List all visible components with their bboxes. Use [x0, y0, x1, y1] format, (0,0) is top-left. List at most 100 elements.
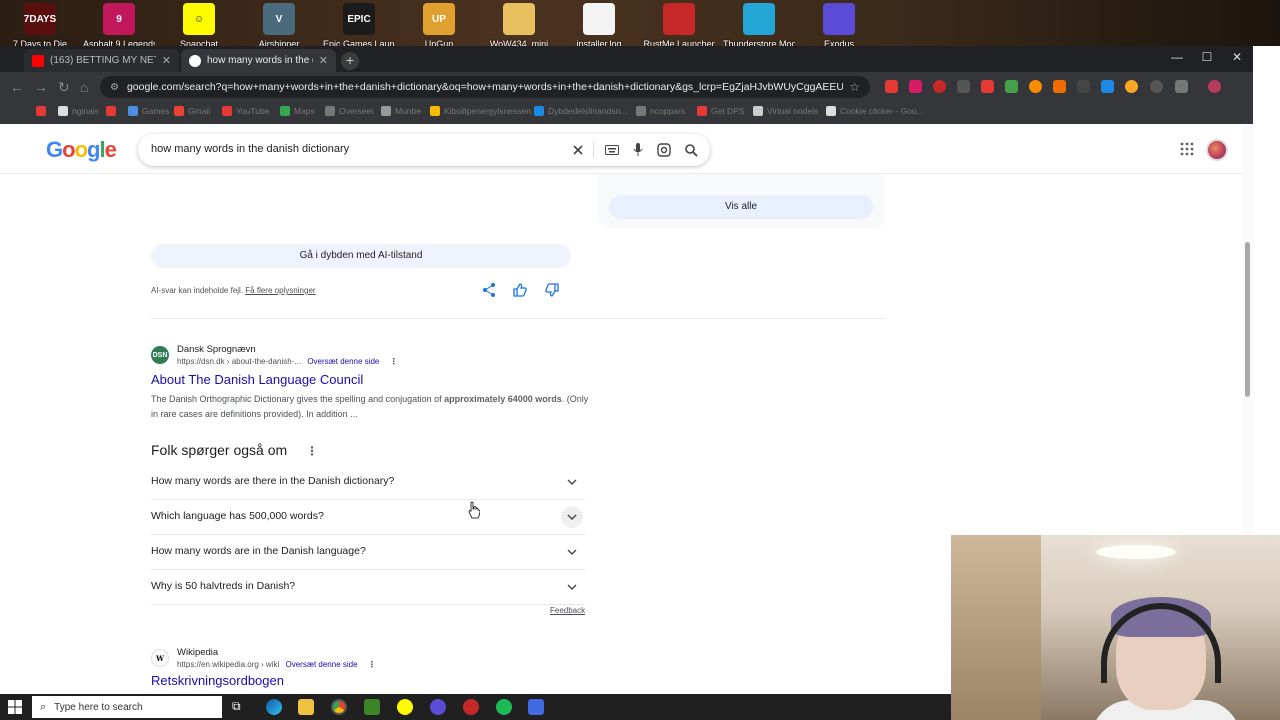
- back-icon[interactable]: ←: [10, 79, 24, 95]
- bookmark-item[interactable]: [36, 106, 50, 116]
- bookmark-item[interactable]: Get DPS: [697, 106, 745, 116]
- desktop-shortcut[interactable]: EPIC Epic Games Launcher: [323, 3, 395, 46]
- extension-icon[interactable]: [1005, 80, 1018, 93]
- minecraft-icon[interactable]: [364, 699, 380, 715]
- address-bar[interactable]: ⚙ google.com/search?q=how+many+words+in+…: [100, 76, 870, 98]
- bookmark-item[interactable]: Munbe: [381, 106, 421, 116]
- desktop-shortcut[interactable]: WoW434_mini: [483, 3, 555, 46]
- translate-page-link[interactable]: Oversæt denne side: [286, 660, 358, 669]
- extension-icon[interactable]: [1029, 80, 1042, 93]
- google-lens-icon[interactable]: [654, 140, 674, 160]
- more-options-icon[interactable]: ⋮: [390, 357, 398, 366]
- result-title-link[interactable]: About The Danish Language Council: [151, 372, 591, 387]
- new-tab-button[interactable]: +: [341, 52, 359, 70]
- bookmark-item[interactable]: Cookie clicker - Goo...: [826, 106, 924, 116]
- search-input[interactable]: how many words in the danish dictionary: [151, 143, 349, 155]
- bookmark-item[interactable]: Kiboillpenergylsnessen...: [430, 106, 538, 116]
- paa-question[interactable]: How many words are there in the Danish d…: [151, 465, 585, 500]
- search-box[interactable]: how many words in the danish dictionary: [138, 134, 710, 166]
- result-source-name[interactable]: Wikipedia: [177, 647, 376, 658]
- more-options-icon[interactable]: ⋮: [368, 660, 376, 669]
- bookmark-item[interactable]: Overseet: [325, 106, 374, 116]
- close-window-icon[interactable]: ✕: [1222, 50, 1252, 64]
- close-tab-icon[interactable]: ✕: [319, 54, 328, 67]
- windows-start-icon[interactable]: [8, 700, 22, 714]
- paa-question[interactable]: Why is 50 halvtreds in Danish?: [151, 570, 585, 605]
- ai-mode-button[interactable]: Gå i dybden med AI-tilstand: [151, 244, 571, 268]
- desktop-shortcut[interactable]: 7DAYS 7 Days to Die: [4, 3, 76, 46]
- learn-more-link[interactable]: Få flere oplysninger: [245, 286, 315, 295]
- snapchat-icon[interactable]: [397, 699, 413, 715]
- desktop-shortcut[interactable]: ☺ Snapchat: [163, 3, 235, 46]
- result-title-link[interactable]: Retskrivningsordbogen: [151, 673, 591, 688]
- extension-icon[interactable]: [1077, 80, 1090, 93]
- google-apps-icon[interactable]: [1180, 142, 1194, 156]
- chevron-down-icon[interactable]: [561, 576, 583, 598]
- thumbs-up-icon[interactable]: [512, 282, 528, 298]
- app-icon[interactable]: [430, 699, 446, 715]
- chrome-icon[interactable]: [331, 699, 347, 715]
- translate-page-link[interactable]: Oversæt denne side: [307, 357, 379, 366]
- profile-avatar-icon[interactable]: [1208, 80, 1221, 93]
- extension-icon[interactable]: [1125, 80, 1138, 93]
- tab-youtube[interactable]: (163) BETTING MY NET WORTH... ✕: [24, 49, 179, 72]
- google-logo[interactable]: Google: [46, 137, 117, 163]
- tab-google-search[interactable]: how many words in the danis... ✕: [181, 49, 336, 72]
- keyboard-icon[interactable]: [602, 140, 622, 160]
- reload-icon[interactable]: ↻: [58, 79, 70, 96]
- search-icon[interactable]: [681, 140, 701, 160]
- clear-icon[interactable]: [568, 140, 588, 160]
- bookmark-item[interactable]: YouTube: [222, 106, 269, 116]
- home-icon[interactable]: ⌂: [80, 79, 88, 95]
- extension-icon[interactable]: [957, 80, 970, 93]
- extension-icon[interactable]: [1150, 80, 1163, 93]
- thumbs-down-icon[interactable]: [544, 282, 560, 298]
- desktop-shortcut[interactable]: Thunderstore Mod...: [723, 3, 795, 46]
- extension-icon[interactable]: [1053, 80, 1066, 93]
- edge-icon[interactable]: [266, 699, 282, 715]
- paa-question[interactable]: Which language has 500,000 words?: [151, 500, 585, 535]
- site-info-icon[interactable]: ⚙: [110, 82, 119, 93]
- feedback-link[interactable]: Feedback: [550, 606, 585, 615]
- minimize-icon[interactable]: —: [1162, 50, 1192, 64]
- bookmark-item[interactable]: Gmail: [174, 106, 210, 116]
- bookmark-item[interactable]: ncoppars: [636, 106, 685, 116]
- extension-icon[interactable]: [885, 80, 898, 93]
- extension-icon[interactable]: [1175, 80, 1188, 93]
- maximize-icon[interactable]: ☐: [1192, 50, 1222, 64]
- extension-icon[interactable]: [981, 80, 994, 93]
- extension-icon[interactable]: [909, 80, 922, 93]
- result-url[interactable]: https://en.wikipedia.org › wiki: [177, 660, 279, 669]
- bookmark-item[interactable]: nginais: [58, 106, 99, 116]
- desktop-shortcut[interactable]: V Airshipper: [243, 3, 315, 46]
- page-scrollbar-thumb[interactable]: [1245, 242, 1250, 397]
- desktop-shortcut[interactable]: UP UpGun: [403, 3, 475, 46]
- desktop-shortcut[interactable]: installer.log: [563, 3, 635, 46]
- bookmark-item[interactable]: Games: [128, 106, 169, 116]
- show-all-button[interactable]: Vis alle: [609, 195, 873, 219]
- bookmark-item[interactable]: Dybdedelsfinandsn...: [534, 106, 627, 116]
- chevron-down-icon[interactable]: [561, 541, 583, 563]
- account-avatar[interactable]: [1206, 139, 1228, 161]
- chevron-down-icon[interactable]: [561, 471, 583, 493]
- microphone-icon[interactable]: [628, 140, 648, 160]
- desktop-shortcut[interactable]: RustMe Launcher: [643, 3, 715, 46]
- close-tab-icon[interactable]: ✕: [162, 54, 171, 67]
- task-view-icon[interactable]: ⧉: [232, 699, 248, 715]
- paa-question[interactable]: How many words are in the Danish languag…: [151, 535, 585, 570]
- spotify-icon[interactable]: [496, 699, 512, 715]
- share-icon[interactable]: [481, 282, 497, 298]
- desktop-shortcut[interactable]: 9 Asphalt 9 Legends: [83, 3, 155, 46]
- app-icon[interactable]: [528, 699, 544, 715]
- bookmark-item[interactable]: Maps: [280, 106, 315, 116]
- bookmark-star-icon[interactable]: ☆: [849, 80, 860, 94]
- extension-icon[interactable]: [1101, 80, 1114, 93]
- result-url[interactable]: https://dsn.dk › about-the-danish-...: [177, 357, 301, 366]
- app-icon[interactable]: [463, 699, 479, 715]
- file-explorer-icon[interactable]: [298, 699, 314, 715]
- bookmark-item[interactable]: Virtual nodels: [753, 106, 818, 116]
- result-source-name[interactable]: Dansk Sprognævn: [177, 344, 398, 355]
- forward-icon[interactable]: →: [34, 79, 48, 95]
- extension-icon[interactable]: [933, 80, 946, 93]
- more-options-icon[interactable]: ⋮: [306, 444, 318, 458]
